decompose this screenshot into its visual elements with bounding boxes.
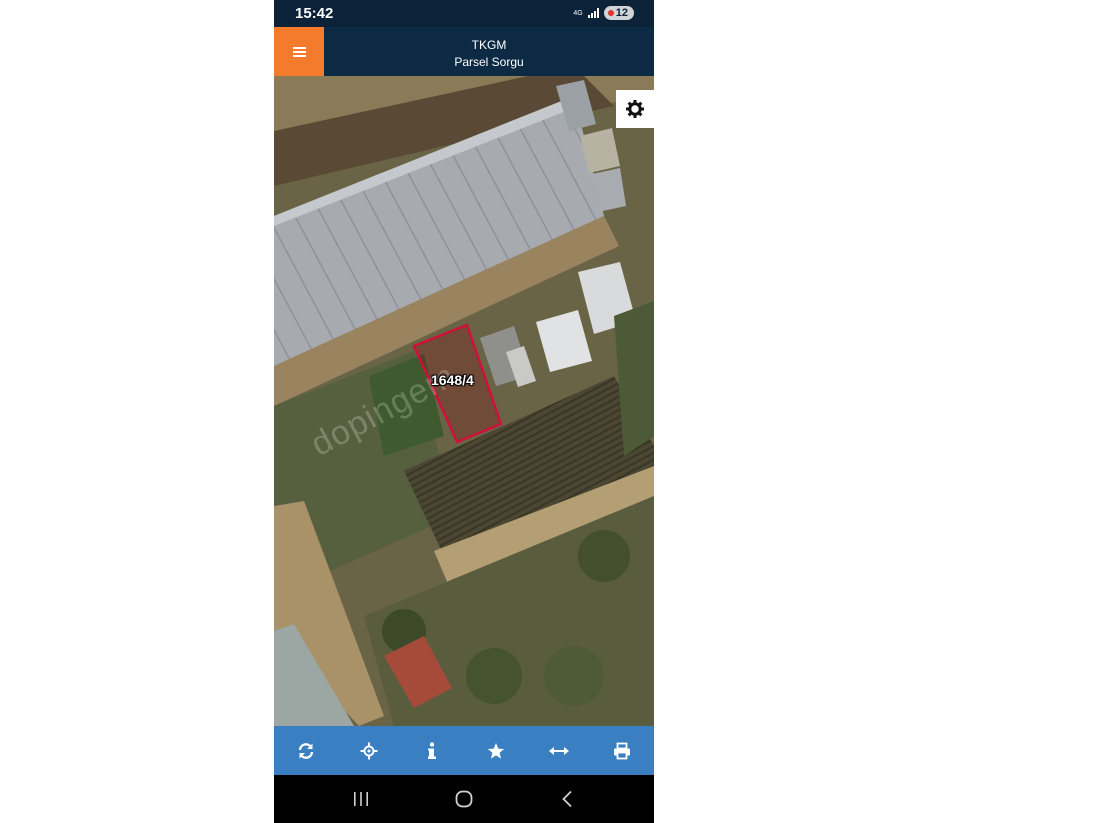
crosshair-icon: [360, 742, 378, 759]
header-titles: TKGM Parsel Sorgu: [324, 37, 654, 71]
star-icon: [487, 742, 504, 759]
print-icon: [614, 742, 631, 759]
back-button[interactable]: [547, 779, 587, 819]
app-title: TKGM: [471, 38, 507, 52]
refresh-icon: [298, 742, 313, 759]
battery-icon: [607, 10, 614, 16]
locate-button[interactable]: [349, 731, 389, 771]
battery-level: 12: [615, 7, 628, 19]
phone-screen: 15:42 4G 12 TKGM Parsel Sorgu dopingem 1…: [274, 0, 654, 823]
hamburger-icon: [292, 45, 306, 59]
info-icon: [428, 741, 437, 759]
status-bar: 15:42 4G 12: [274, 0, 654, 27]
status-time: 15:42: [295, 5, 334, 22]
home-button[interactable]: [444, 779, 484, 819]
recent-apps-icon: [353, 792, 368, 806]
map-view[interactable]: dopingem 1648/4: [274, 76, 654, 726]
network-type: 4G: [573, 9, 583, 17]
back-icon: [562, 790, 572, 808]
battery-indicator: 12: [603, 6, 634, 20]
app-subtitle: Parsel Sorgu: [454, 55, 524, 69]
parcel-label[interactable]: 1648/4: [431, 372, 474, 388]
measure-arrows-icon: [548, 746, 569, 755]
measure-button[interactable]: [539, 731, 579, 771]
refresh-button[interactable]: [286, 731, 326, 771]
print-button[interactable]: [602, 731, 642, 771]
map-toolbar: [274, 726, 654, 775]
home-icon: [455, 790, 473, 808]
gear-icon: [626, 100, 644, 118]
recent-apps-button[interactable]: [341, 779, 381, 819]
favorite-button[interactable]: [476, 731, 516, 771]
settings-button[interactable]: [616, 90, 654, 128]
info-button[interactable]: [412, 731, 452, 771]
system-nav-bar: [274, 775, 654, 823]
satellite-imagery: [274, 76, 654, 726]
app-header: TKGM Parsel Sorgu: [274, 27, 654, 76]
signal-icon: [587, 8, 599, 18]
status-indicators: 4G 12: [573, 6, 634, 20]
menu-button[interactable]: [274, 27, 324, 76]
